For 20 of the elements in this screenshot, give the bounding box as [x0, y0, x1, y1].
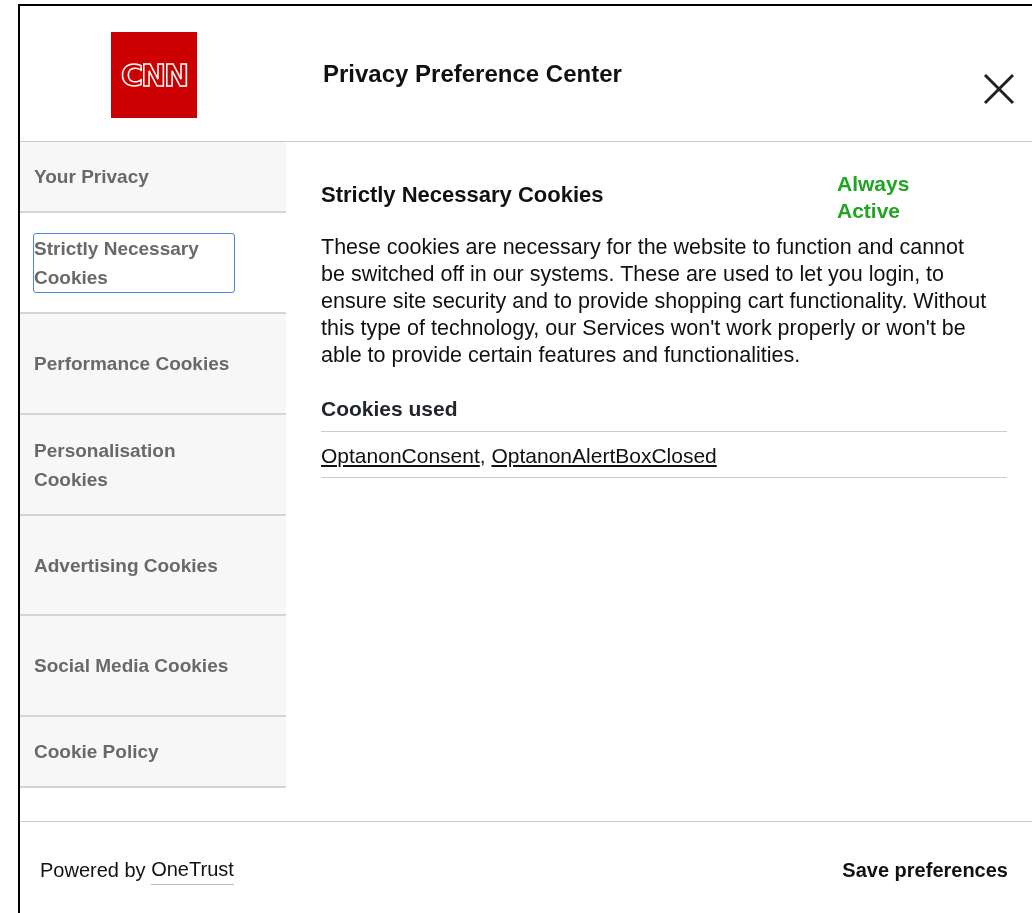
save-button[interactable]: Save preferences [842, 854, 1008, 885]
section-title: Strictly Necessary Cookies [321, 181, 604, 209]
sidebar-item[interactable]: Performance Cookies [20, 314, 286, 415]
close-icon [982, 72, 1016, 106]
close-button[interactable] [982, 72, 1016, 106]
sidebar-item[interactable]: Your Privacy [20, 142, 286, 213]
dialog-title: Privacy Preference Center [323, 59, 622, 89]
sidebar-item[interactable]: Social Media Cookies [20, 616, 286, 717]
description-text: These cookies are necessary for the website to function and cannot be switched off in our systems. These are used to let you login, to ensure site security and to provide shopping cart functionality. Without this type of technology, our Services won't work properly or won't be able to provide certain features and functionalities. [321, 234, 988, 369]
brand-link[interactable]: OneTrust [151, 854, 234, 885]
status-label: Always Active [837, 171, 911, 224]
cookie-link[interactable]: OptanonConsent [321, 443, 480, 467]
separator-text: , [479, 443, 487, 467]
logo: CNN [111, 32, 197, 118]
powered-by-text: Powered by [40, 857, 146, 883]
cookies-heading: Cookies used [321, 393, 1007, 432]
sidebar-item[interactable]: Cookie Policy [20, 717, 286, 788]
sidebar-item[interactable]: Personalisation Cookies [20, 415, 286, 516]
cookie-link[interactable]: OptanonAlertBoxClosed [491, 443, 717, 467]
sidebar-item[interactable]: Advertising Cookies [20, 516, 286, 616]
